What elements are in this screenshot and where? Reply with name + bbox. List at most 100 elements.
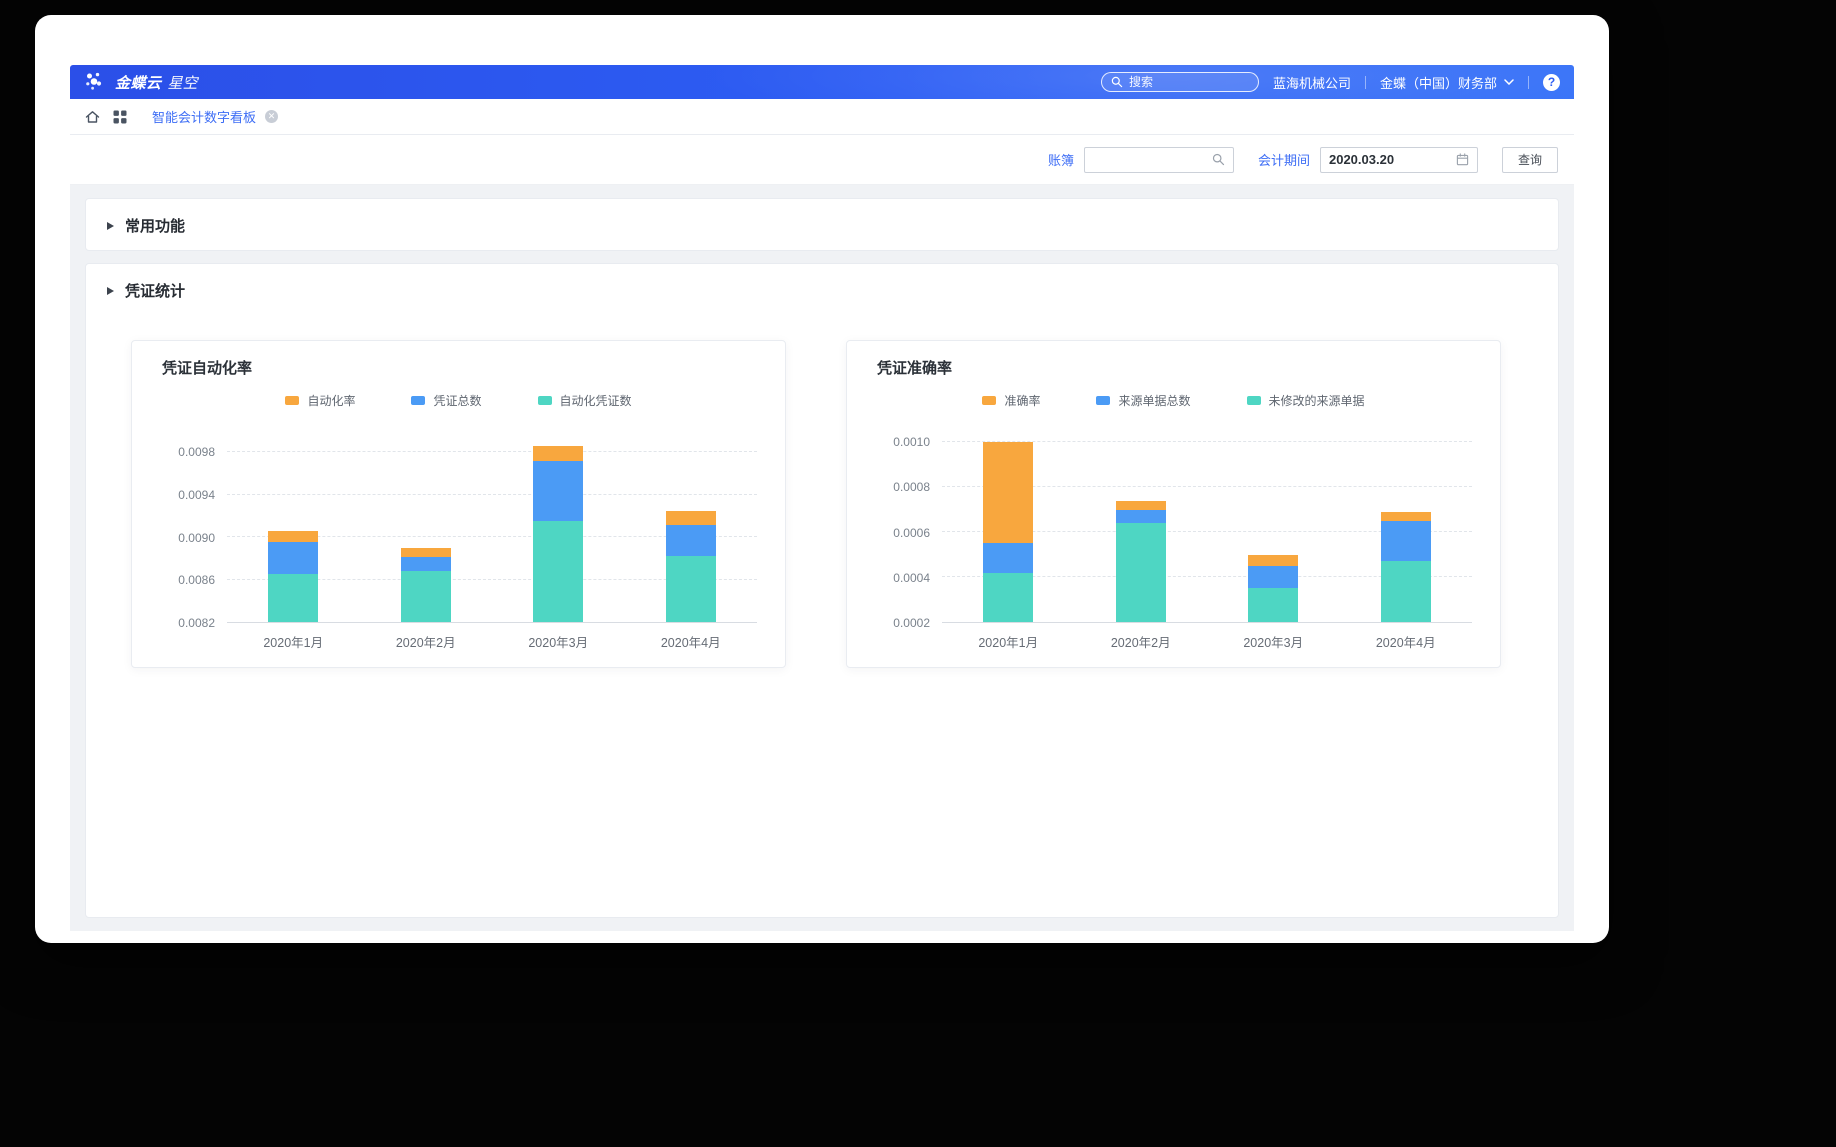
y-axis: 0.00980.00940.00900.00860.0082 xyxy=(152,431,227,623)
ledger-input-field[interactable] xyxy=(1093,152,1206,167)
bar-segment[interactable] xyxy=(983,442,1033,543)
legend-item[interactable]: 自动化凭证数 xyxy=(538,392,632,409)
ledger-label: 账簿 xyxy=(1048,150,1074,169)
bar-segment[interactable] xyxy=(268,531,318,543)
bar-segment[interactable] xyxy=(533,461,583,521)
chart-title: 凭证自动化率 xyxy=(162,357,785,378)
plot-grid: 2020年1月2020年2月2020年3月2020年4月 xyxy=(942,431,1472,623)
global-search-input[interactable] xyxy=(1129,75,1249,89)
chart-cards-row: 凭证自动化率自动化率 凭证总数 自动化凭证数 0.00980.00940.00900.… xyxy=(131,340,1513,668)
x-axis-label: 2020年1月 xyxy=(233,632,353,651)
tabbar: 智能会计数字看板 ✕ xyxy=(70,99,1574,135)
chart-plot-area: 0.00100.00080.00060.00040.00022020年1月202… xyxy=(867,431,1472,623)
department-selector[interactable]: 金蝶（中国）财务部 xyxy=(1380,73,1514,92)
legend-label: 未修改的来源单据 xyxy=(1269,392,1365,409)
x-axis-label: 2020年2月 xyxy=(1081,632,1201,651)
bar-segment[interactable] xyxy=(666,525,716,556)
chart-plot-area: 0.00980.00940.00900.00860.00822020年1月202… xyxy=(152,431,757,623)
kingdee-logo-icon xyxy=(84,71,106,93)
legend-item[interactable]: 未修改的来源单据 xyxy=(1247,392,1365,409)
bar-segment[interactable] xyxy=(1381,512,1431,521)
legend-swatch xyxy=(982,396,996,405)
panel-voucher-statistics-header[interactable]: 凭证统计 xyxy=(86,264,1558,315)
caret-right-icon[interactable] xyxy=(107,222,114,230)
calendar-icon[interactable] xyxy=(1456,153,1469,166)
legend-label: 凭证总数 xyxy=(433,392,481,409)
legend-swatch xyxy=(411,396,425,405)
query-button[interactable]: 查询 xyxy=(1502,147,1558,173)
search-icon xyxy=(1111,76,1123,88)
app-launcher-button[interactable] xyxy=(106,103,134,131)
app-window: 金蝶云 星空 蓝海机械公司 金蝶（中国）财务部 xyxy=(35,15,1609,943)
legend-swatch xyxy=(1096,396,1110,405)
chart-card-voucher-automation-rate: 凭证自动化率自动化率 凭证总数 自动化凭证数 0.00980.00940.00900.… xyxy=(131,340,786,668)
period-input-field[interactable] xyxy=(1329,152,1450,167)
y-axis-tick-label: 0.0082 xyxy=(178,616,215,630)
lookup-search-icon[interactable] xyxy=(1212,153,1225,166)
global-search[interactable] xyxy=(1101,72,1259,92)
panel-voucher-statistics: 凭证统计 凭证自动化率自动化率 凭证总数 自动化凭证数 0.00980.00940.0… xyxy=(85,263,1559,918)
topbar: 金蝶云 星空 蓝海机械公司 金蝶（中国）财务部 xyxy=(70,65,1574,99)
bar-segment[interactable] xyxy=(401,548,451,558)
bar-segment[interactable] xyxy=(268,574,318,622)
tab-smart-accounting-dashboard[interactable]: 智能会计数字看板 ✕ xyxy=(148,99,282,134)
help-button[interactable]: ? xyxy=(1543,74,1560,91)
legend-swatch xyxy=(1247,396,1261,405)
legend-item[interactable]: 来源单据总数 xyxy=(1096,392,1190,409)
legend-swatch xyxy=(538,396,552,405)
grid-icon xyxy=(113,110,127,124)
bar-segment[interactable] xyxy=(1116,510,1166,523)
caret-right-icon[interactable] xyxy=(107,287,114,295)
bar-segment[interactable] xyxy=(1116,523,1166,622)
gridline xyxy=(227,451,757,452)
topbar-right: 蓝海机械公司 金蝶（中国）财务部 ? xyxy=(1101,72,1560,92)
panel-title: 凭证统计 xyxy=(125,280,185,301)
x-axis-label: 2020年4月 xyxy=(1346,632,1466,651)
bar-segment[interactable] xyxy=(268,542,318,574)
y-axis: 0.00100.00080.00060.00040.0002 xyxy=(867,431,942,623)
bar-segment[interactable] xyxy=(666,511,716,526)
chevron-down-icon xyxy=(1504,79,1514,85)
gridline xyxy=(227,494,757,495)
legend-label: 自动化凭证数 xyxy=(560,392,632,409)
tab-close-icon[interactable]: ✕ xyxy=(265,110,278,123)
bar-segment[interactable] xyxy=(401,571,451,622)
home-icon xyxy=(84,109,101,125)
brand-name-light: 星空 xyxy=(168,72,198,93)
panel-title: 常用功能 xyxy=(125,215,185,236)
bar-segment[interactable] xyxy=(1248,566,1298,588)
y-axis-tick-label: 0.0006 xyxy=(893,526,930,540)
chart-legend: 自动化率 凭证总数 自动化凭证数 xyxy=(132,392,785,409)
chart-legend: 准确率 来源单据总数 未修改的来源单据 xyxy=(847,392,1500,409)
topbar-divider xyxy=(1528,76,1529,89)
bar-segment[interactable] xyxy=(1381,521,1431,561)
legend-item[interactable]: 准确率 xyxy=(982,392,1040,409)
x-axis-label: 2020年3月 xyxy=(498,632,618,651)
legend-swatch xyxy=(285,396,299,405)
period-label: 会计期间 xyxy=(1258,150,1310,169)
company-name: 蓝海机械公司 xyxy=(1273,73,1351,92)
bar-segment[interactable] xyxy=(533,521,583,622)
period-input[interactable] xyxy=(1320,147,1478,173)
bar-segment[interactable] xyxy=(666,556,716,622)
panel-common-functions-header[interactable]: 常用功能 xyxy=(86,199,1558,250)
x-axis-label: 2020年3月 xyxy=(1213,632,1333,651)
bar-segment[interactable] xyxy=(983,543,1033,572)
bar-segment[interactable] xyxy=(1248,588,1298,622)
x-axis-label: 2020年2月 xyxy=(366,632,486,651)
home-button[interactable] xyxy=(78,103,106,131)
app-screen: 金蝶云 星空 蓝海机械公司 金蝶（中国）财务部 xyxy=(70,65,1574,931)
brand-name-bold: 金蝶云 xyxy=(115,72,162,93)
bar-segment[interactable] xyxy=(401,557,451,571)
filterbar: 账簿 会计期间 xyxy=(70,135,1574,185)
bar-segment[interactable] xyxy=(533,446,583,461)
bar-segment[interactable] xyxy=(1381,561,1431,622)
legend-item[interactable]: 自动化率 xyxy=(285,392,355,409)
bar-segment[interactable] xyxy=(1116,501,1166,510)
y-axis-tick-label: 0.0002 xyxy=(893,616,930,630)
y-axis-tick-label: 0.0098 xyxy=(178,445,215,459)
ledger-input[interactable] xyxy=(1084,147,1234,173)
legend-item[interactable]: 凭证总数 xyxy=(411,392,481,409)
bar-segment[interactable] xyxy=(1248,555,1298,566)
bar-segment[interactable] xyxy=(983,573,1033,622)
